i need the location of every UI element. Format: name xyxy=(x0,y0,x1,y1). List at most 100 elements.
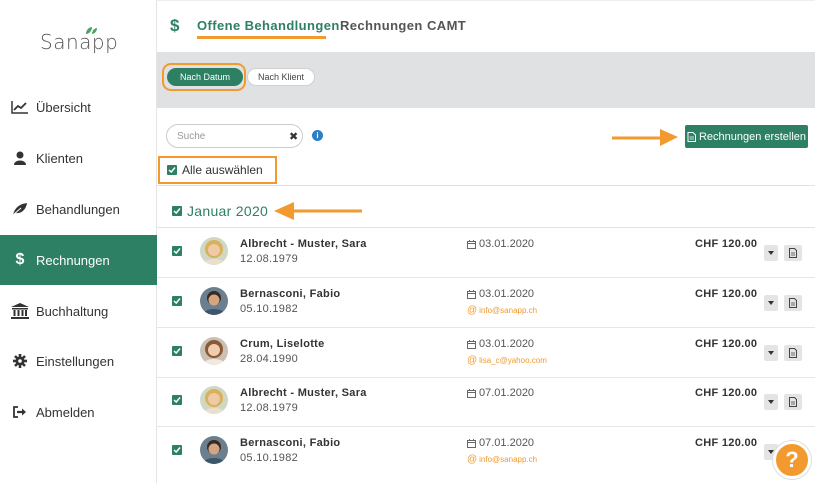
dollar-icon: $ xyxy=(170,16,180,35)
tab-offene-behandlungen[interactable]: Offene Behandlungen xyxy=(197,18,340,33)
row-checkbox[interactable] xyxy=(172,246,182,256)
document-icon xyxy=(687,131,696,142)
user-icon xyxy=(10,148,30,168)
client-email[interactable]: @ lisa_c@yahoo.com xyxy=(467,355,547,366)
tab-camt[interactable]: CAMT xyxy=(427,18,466,33)
calendar-icon xyxy=(467,339,476,349)
row-checkbox[interactable] xyxy=(172,296,182,306)
arrow-annotation xyxy=(612,129,678,146)
sidebar-item-abmelden[interactable]: Abmelden xyxy=(0,387,157,437)
bank-icon xyxy=(10,301,30,321)
client-email[interactable]: @ info@sanapp.ch xyxy=(467,305,537,316)
row-checkbox[interactable] xyxy=(172,395,182,405)
row-dropdown-button[interactable] xyxy=(764,295,778,311)
month-label: Januar 2020 xyxy=(187,203,269,219)
document-icon xyxy=(789,348,797,358)
date-value: 03.01.2020 xyxy=(479,338,535,350)
treatment-date: 03.01.2020 xyxy=(467,288,534,300)
client-name: Albrecht - Muster, Sara xyxy=(240,238,367,250)
client-name: Crum, Liselotte xyxy=(240,338,325,350)
amount: CHF 120.00 xyxy=(695,238,758,250)
select-all-checkbox[interactable]: Alle auswählen xyxy=(158,156,277,184)
date-value: 03.01.2020 xyxy=(479,238,535,250)
create-invoices-button[interactable]: Rechnungen erstellen xyxy=(685,125,808,148)
sidebar-item-buchhaltung[interactable]: Buchhaltung xyxy=(0,286,157,336)
sidebar-item-label: Einstellungen xyxy=(36,353,115,369)
row-dropdown-button[interactable] xyxy=(764,394,778,410)
client-name: Albrecht - Muster, Sara xyxy=(240,387,367,399)
calendar-icon xyxy=(467,289,476,299)
client-dob: 05.10.1982 xyxy=(240,452,299,464)
month-group-header[interactable]: Januar 2020 xyxy=(172,203,268,219)
sidebar-item-label: Abmelden xyxy=(36,404,95,420)
date-value: 03.01.2020 xyxy=(479,288,535,300)
chart-line-icon xyxy=(10,97,30,117)
table-row[interactable]: Albrecht - Muster, Sara 12.08.1979 07.01… xyxy=(157,377,815,427)
dollar-icon: $ xyxy=(15,251,25,268)
sidebar-item-rechnungen[interactable]: $ Rechnungen xyxy=(0,235,157,285)
checkbox-checked-icon xyxy=(167,165,177,175)
row-document-button[interactable] xyxy=(784,345,802,361)
sidebar-item-klienten[interactable]: Klienten xyxy=(0,133,157,183)
client-name: Bernasconi, Fabio xyxy=(240,288,341,300)
clear-search-icon[interactable]: ✖ xyxy=(289,130,298,143)
client-dob: 28.04.1990 xyxy=(240,353,299,365)
amount: CHF 120.00 xyxy=(695,338,758,350)
date-value: 07.01.2020 xyxy=(479,387,535,399)
email-value: lisa_c@yahoo.com xyxy=(479,356,547,365)
row-document-button[interactable] xyxy=(784,394,802,410)
email-value: info@sanapp.ch xyxy=(479,306,538,315)
select-all-label: Alle auswählen xyxy=(182,163,263,177)
date-value: 07.01.2020 xyxy=(479,437,535,449)
app: Sanapp Übersicht Klienten Behandlungen $… xyxy=(0,0,815,483)
table-row[interactable]: Bernasconi, Fabio 05.10.1982 07.01.2020 … xyxy=(157,427,815,477)
document-icon xyxy=(789,248,797,258)
row-checkbox[interactable] xyxy=(172,445,182,455)
divider xyxy=(157,185,815,186)
avatar xyxy=(200,287,228,315)
table-row[interactable]: Albrecht - Muster, Sara 12.08.1979 03.01… xyxy=(157,228,815,278)
sidebar-item-einstellungen[interactable]: Einstellungen xyxy=(0,336,157,386)
filter-by-date-button[interactable]: Nach Datum xyxy=(167,68,243,86)
calendar-icon xyxy=(467,239,476,249)
avatar xyxy=(200,436,228,464)
filter-by-client-button[interactable]: Nach Klient xyxy=(247,68,315,86)
sidebar-item-label: Buchhaltung xyxy=(36,303,109,319)
avatar xyxy=(200,337,228,365)
treatment-date: 03.01.2020 xyxy=(467,238,534,250)
row-checkbox[interactable] xyxy=(172,346,182,356)
calendar-icon xyxy=(467,388,476,398)
checkbox-checked-icon xyxy=(172,206,182,216)
gear-icon xyxy=(10,351,30,371)
row-document-button[interactable] xyxy=(784,245,802,261)
sign-out-icon xyxy=(10,402,30,422)
table-row[interactable]: Bernasconi, Fabio 05.10.1982 03.01.2020 … xyxy=(157,278,815,328)
amount: CHF 120.00 xyxy=(695,387,758,399)
caret-down-icon xyxy=(768,251,774,255)
client-email[interactable]: @ info@sanapp.ch xyxy=(467,454,537,465)
sidebar-item-label: Behandlungen xyxy=(36,201,120,217)
row-dropdown-button[interactable] xyxy=(764,245,778,261)
row-document-button[interactable] xyxy=(784,295,802,311)
help-button[interactable]: ? xyxy=(773,441,811,479)
client-dob: 12.08.1979 xyxy=(240,402,299,414)
sidebar-item-uebersicht[interactable]: Übersicht xyxy=(0,82,157,132)
info-icon[interactable]: i xyxy=(312,130,323,141)
row-dropdown-button[interactable] xyxy=(764,345,778,361)
client-dob: 12.08.1979 xyxy=(240,253,299,265)
sidebar: Sanapp Übersicht Klienten Behandlungen $… xyxy=(0,0,157,483)
at-icon: @ xyxy=(467,355,478,366)
sidebar-item-behandlungen[interactable]: Behandlungen xyxy=(0,184,157,234)
active-tab-indicator xyxy=(197,36,326,39)
email-value: info@sanapp.ch xyxy=(479,455,538,464)
at-icon: @ xyxy=(467,454,478,465)
tab-rechnungen[interactable]: Rechnungen xyxy=(340,18,423,33)
leaf-logo-icon xyxy=(86,27,97,34)
client-dob: 05.10.1982 xyxy=(240,303,299,315)
document-icon xyxy=(789,298,797,308)
avatar xyxy=(200,237,228,265)
search-input[interactable]: Suche xyxy=(166,124,303,148)
table-row[interactable]: Crum, Liselotte 28.04.1990 03.01.2020 @ l… xyxy=(157,328,815,378)
caret-down-icon xyxy=(768,301,774,305)
leaf-icon xyxy=(10,199,30,219)
